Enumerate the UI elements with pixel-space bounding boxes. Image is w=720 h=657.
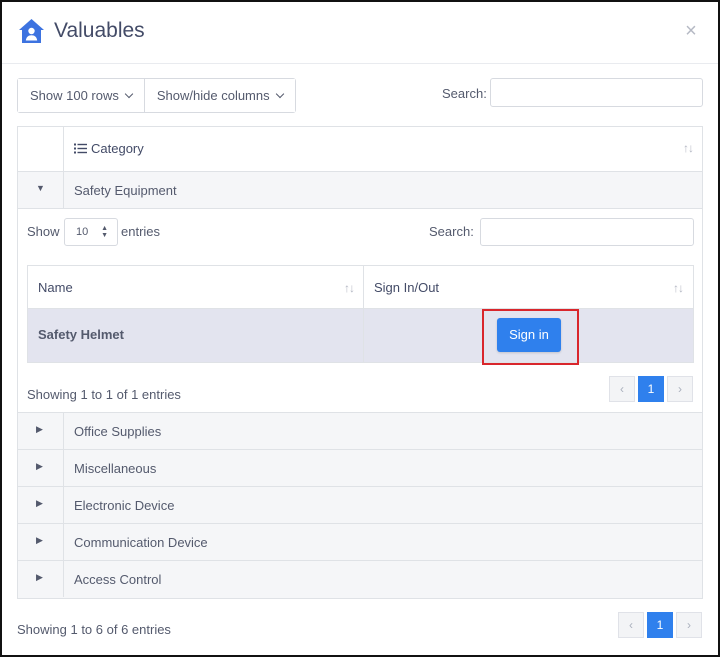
group-row-safety-equipment[interactable]: ▼ Safety Equipment xyxy=(18,172,702,209)
entries-label: entries xyxy=(121,224,161,239)
previous-page-button[interactable]: ‹ xyxy=(618,612,644,638)
inner-entries-info: Showing 1 to 1 of 1 entries xyxy=(27,387,181,402)
table-toolbar: Show 100 rows Show/hide columns xyxy=(17,78,296,113)
toggle-column-header xyxy=(18,127,64,171)
sort-icon[interactable]: ↑↓ xyxy=(673,281,684,295)
chevron-down-icon xyxy=(275,89,284,98)
list-icon xyxy=(74,143,87,154)
inner-search-input[interactable] xyxy=(480,218,694,246)
name-header-label: Name xyxy=(38,280,73,295)
category-column-header[interactable]: Category xyxy=(74,141,144,156)
next-page-button[interactable]: › xyxy=(667,376,693,402)
items-table: Name ↑↓ Sign In/Out ↑↓ Safety Helmet Sig… xyxy=(27,265,694,365)
next-page-button[interactable]: › xyxy=(676,612,702,638)
show-hide-columns-button[interactable]: Show/hide columns xyxy=(143,79,295,112)
group-row-access-control[interactable]: ▶ Access Control xyxy=(18,561,702,598)
group-row-office-supplies[interactable]: ▶ Office Supplies xyxy=(18,413,702,450)
house-user-icon xyxy=(19,19,44,43)
entries-value: 10 xyxy=(76,226,89,238)
search-input[interactable] xyxy=(490,78,703,107)
search-label: Search: xyxy=(442,86,487,101)
category-header-label: Category xyxy=(91,141,144,156)
inner-search-label: Search: xyxy=(429,224,474,239)
valuables-modal: Valuables × Show 100 rows Show/hide colu… xyxy=(0,0,720,657)
show-rows-button[interactable]: Show 100 rows xyxy=(18,79,144,112)
page-1-button[interactable]: 1 xyxy=(647,612,673,638)
select-arrows-icon: ▲ ▼ xyxy=(101,225,108,239)
modal-header: Valuables × xyxy=(2,2,718,64)
group-label: Safety Equipment xyxy=(74,183,177,198)
show-label: Show xyxy=(27,224,60,239)
nested-table-panel: Show 10 ▲ ▼ entries Search: Name ↑↓ Sign … xyxy=(18,209,702,413)
page-1-button[interactable]: 1 xyxy=(638,376,664,402)
category-table: Category ↑↓ ▼ Safety Equipment Show 10 ▲… xyxy=(17,126,703,599)
modal-title: Valuables xyxy=(54,19,145,42)
group-label: Communication Device xyxy=(74,535,208,550)
close-button[interactable]: × xyxy=(680,20,702,42)
previous-page-button[interactable]: ‹ xyxy=(609,376,635,402)
collapse-icon[interactable]: ▼ xyxy=(36,183,45,193)
expand-icon[interactable]: ▶ xyxy=(36,461,43,472)
table-header: Category ↑↓ xyxy=(18,127,702,172)
group-row-electronic-device[interactable]: ▶ Electronic Device xyxy=(18,487,702,524)
group-label: Electronic Device xyxy=(74,498,175,513)
name-column-header[interactable] xyxy=(28,266,364,308)
expand-icon[interactable]: ▶ xyxy=(36,572,43,583)
sort-icon[interactable]: ↑↓ xyxy=(344,281,355,295)
entries-info: Showing 1 to 6 of 6 entries xyxy=(17,622,171,637)
sort-icon[interactable]: ↑↓ xyxy=(683,141,694,155)
group-label: Office Supplies xyxy=(74,424,162,439)
entries-select[interactable]: 10 ▲ ▼ xyxy=(64,218,118,246)
group-row-communication-device[interactable]: ▶ Communication Device xyxy=(18,524,702,561)
group-label: Miscellaneous xyxy=(74,461,157,476)
group-label: Access Control xyxy=(74,572,162,587)
inner-pagination: ‹ 1 › xyxy=(609,376,693,402)
sign-in-button[interactable]: Sign in xyxy=(497,318,561,352)
expand-icon[interactable]: ▶ xyxy=(36,535,43,546)
pagination: ‹ 1 › xyxy=(618,612,702,638)
show-rows-label: Show 100 rows xyxy=(30,88,119,103)
expand-icon[interactable]: ▶ xyxy=(36,424,43,435)
chevron-down-icon xyxy=(124,89,134,98)
sign-in-out-header-label[interactable]: Sign In/Out xyxy=(374,280,439,295)
items-table-header: Name ↑↓ Sign In/Out ↑↓ xyxy=(28,266,693,309)
group-row-miscellaneous[interactable]: ▶ Miscellaneous xyxy=(18,450,702,487)
show-hide-columns-label: Show/hide columns xyxy=(156,88,270,103)
table-row: Safety Helmet Sign in xyxy=(28,309,693,365)
item-name: Safety Helmet xyxy=(38,327,124,342)
expand-icon[interactable]: ▶ xyxy=(36,498,43,509)
